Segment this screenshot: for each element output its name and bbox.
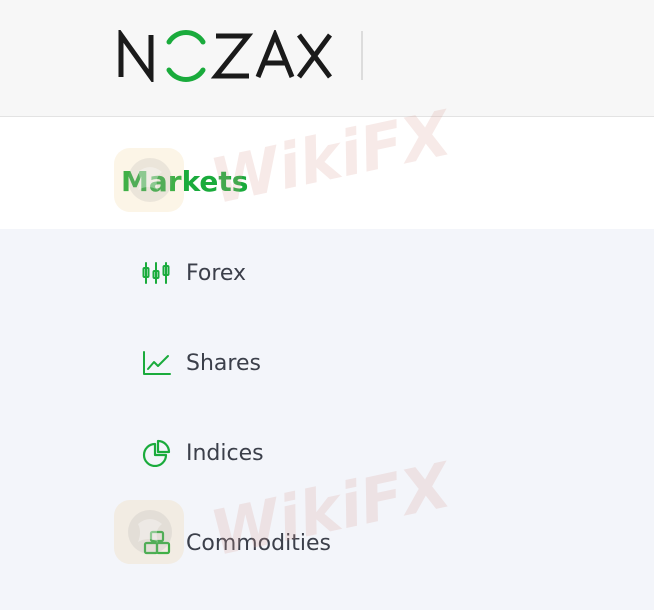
markets-title[interactable]: Markets [121,163,248,201]
pie-chart-icon [142,437,174,469]
site-header [0,0,654,117]
menu-item-forex[interactable]: Forex [142,253,246,293]
menu-item-label: Forex [186,260,247,286]
menu-item-label: Commodities [186,530,331,556]
menu-item-label: Indices [186,440,264,466]
nozax-logo[interactable] [118,30,334,82]
markets-section-header [0,117,654,229]
menu-item-shares[interactable]: Shares [142,343,261,383]
line-chart-icon [142,347,174,379]
candlestick-icon [142,257,174,289]
header-divider [361,31,363,80]
menu-item-label: Shares [186,350,261,376]
menu-item-indices[interactable]: Indices [142,433,264,473]
menu-item-commodities[interactable]: Commodities [142,523,331,563]
gold-bars-icon [142,527,174,559]
